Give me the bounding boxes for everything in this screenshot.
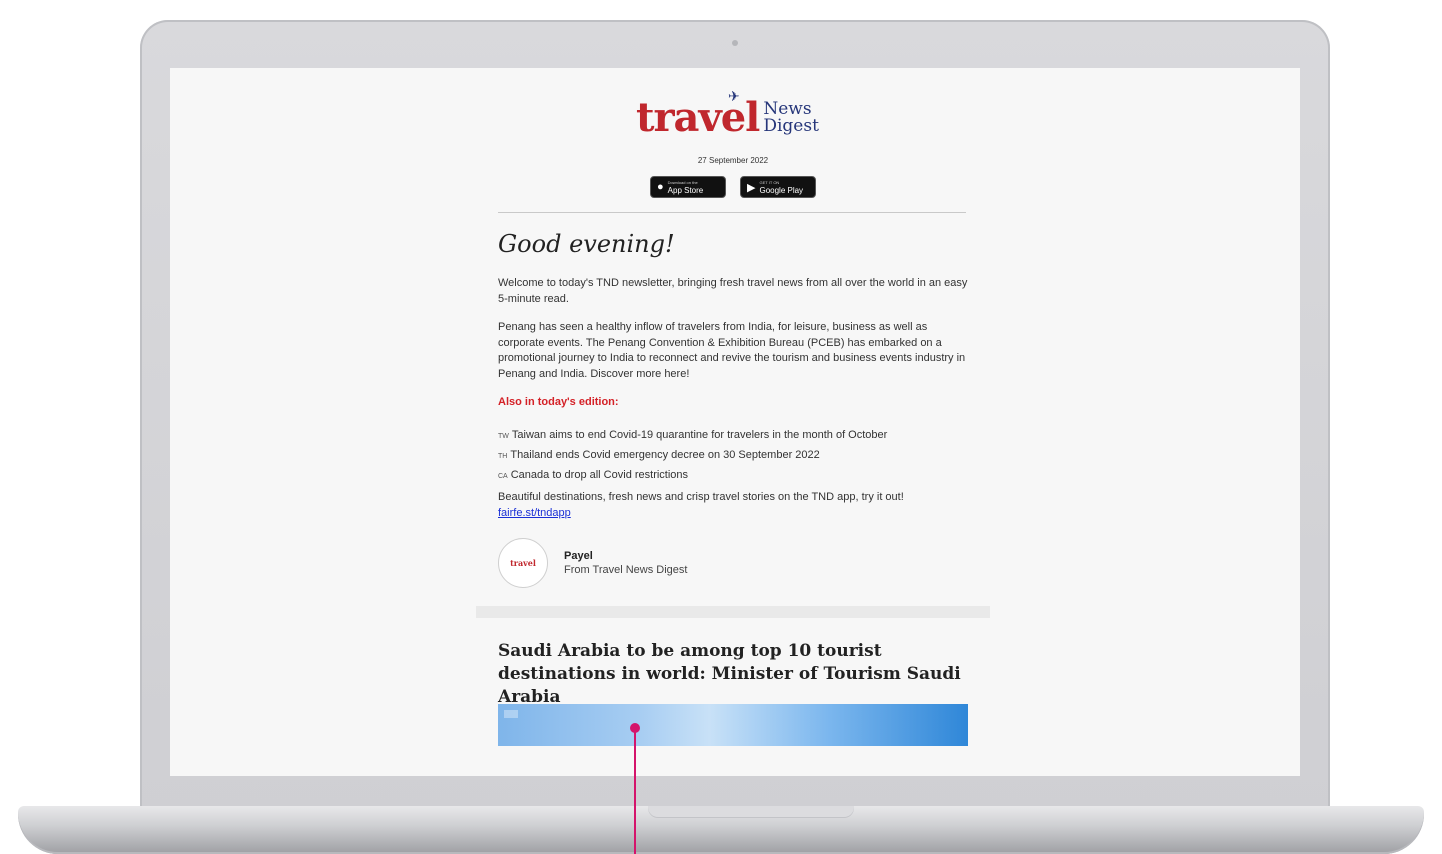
intro-paragraph: Welcome to today's TND newsletter, bring… xyxy=(498,277,968,305)
logo-travel-text: travel xyxy=(636,94,760,141)
list-item[interactable]: TH Thailand ends Covid emergency decree o… xyxy=(498,446,887,466)
laptop-notch xyxy=(648,806,854,818)
author-signature: travel Payel From Travel News Digest xyxy=(498,538,687,588)
laptop-screen: travel ✈ News Digest 27 September 2022 ●… xyxy=(170,68,1300,776)
laptop-base xyxy=(18,806,1424,854)
article-title[interactable]: Saudi Arabia to be among top 10 tourist … xyxy=(498,640,968,709)
avatar: travel xyxy=(498,538,548,588)
app-link[interactable]: fairfe.st/tndapp xyxy=(498,507,571,519)
apple-icon: ● xyxy=(657,181,664,193)
app-promo-paragraph: Beautiful destinations, fresh news and c… xyxy=(498,490,968,521)
article-image[interactable] xyxy=(498,704,968,746)
camera-icon xyxy=(732,40,738,46)
pointer-dot-icon xyxy=(630,723,640,733)
store-badges: ● Download on the App Store ▶ GET IT ON … xyxy=(650,176,816,198)
logo-news-digest: News Digest xyxy=(763,101,819,135)
greeting: Good evening! xyxy=(498,230,675,258)
laptop-lid: travel ✈ News Digest 27 September 2022 ●… xyxy=(140,20,1330,820)
travel-news-digest-logo: travel ✈ News Digest xyxy=(636,88,819,141)
image-placeholder-icon xyxy=(504,710,518,718)
highlight-text: Taiwan aims to end Covid-19 quarantine f… xyxy=(511,429,888,441)
section-separator xyxy=(476,606,990,618)
logo-digest-text: Digest xyxy=(763,116,819,136)
highlight-text: Thailand ends Covid emergency decree on … xyxy=(510,449,820,461)
story-paragraph: Penang has seen a healthy inflow of trav… xyxy=(498,321,966,380)
list-item[interactable]: CA Canada to drop all Covid restrictions xyxy=(498,466,887,486)
app-store-badge[interactable]: ● Download on the App Store xyxy=(650,176,726,198)
country-code: CA xyxy=(498,473,508,480)
author-name: Payel xyxy=(564,550,593,562)
google-play-badge[interactable]: ▶ GET IT ON Google Play xyxy=(740,176,816,198)
issue-date: 27 September 2022 xyxy=(697,156,769,165)
highlight-text: Canada to drop all Covid restrictions xyxy=(510,469,689,481)
header-divider xyxy=(498,212,966,213)
newsletter-email: travel ✈ News Digest 27 September 2022 ●… xyxy=(476,68,990,776)
country-code: TH xyxy=(498,453,508,460)
highlights-list: TW Taiwan aims to end Covid-19 quarantine… xyxy=(498,426,887,486)
google-play-label: Google Play xyxy=(759,186,804,195)
country-code: TW xyxy=(498,433,509,440)
app-promo-text: Beautiful destinations, fresh news and c… xyxy=(498,491,904,503)
list-item[interactable]: TW Taiwan aims to end Covid-19 quarantine… xyxy=(498,426,887,446)
app-store-label: App Store xyxy=(667,186,704,195)
also-in-edition-heading: Also in today's edition: xyxy=(498,396,619,408)
author-org: From Travel News Digest xyxy=(564,564,688,576)
pointer-line xyxy=(634,730,636,854)
plane-icon: ✈ xyxy=(728,88,740,104)
play-icon: ▶ xyxy=(747,181,756,194)
